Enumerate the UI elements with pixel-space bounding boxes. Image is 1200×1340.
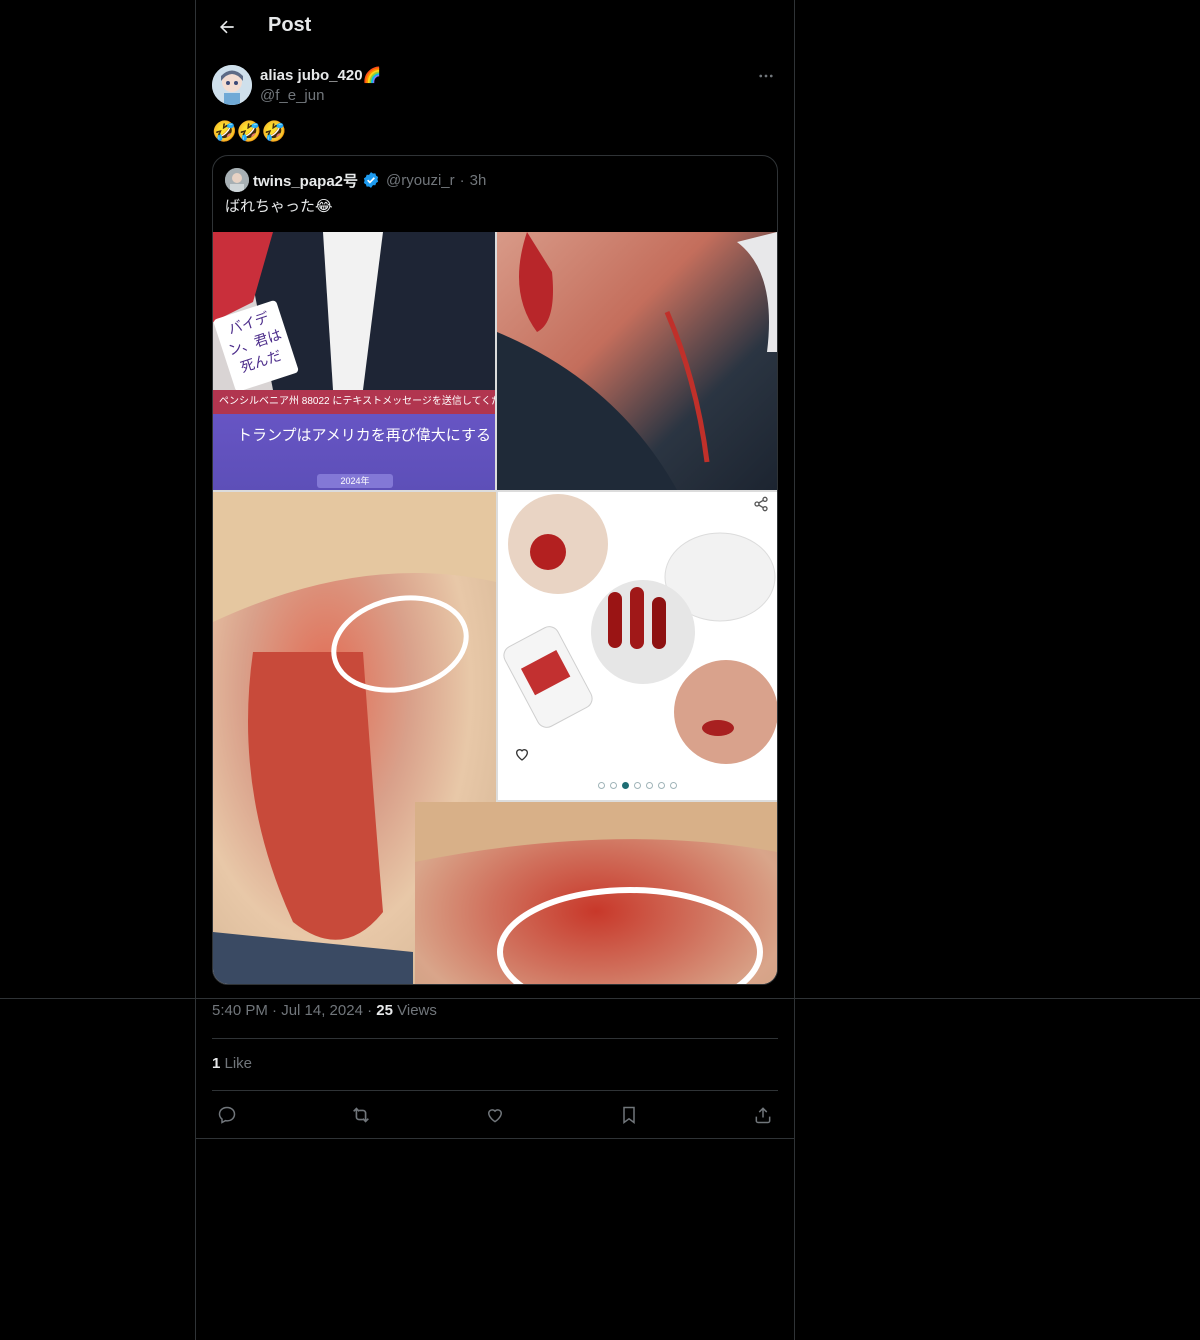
quote-author-handle: @ryouzi_r	[386, 171, 455, 189]
top-bar: Post	[196, 0, 794, 54]
quote-author-name: twins_papa2号	[253, 172, 359, 190]
image-year-text: 2024年	[317, 474, 393, 488]
quote-time: 3h	[469, 171, 487, 189]
quoted-post[interactable]: twins_papa2号 @ryouzi_r · 3h ばれちゃった😂 バイデン…	[212, 155, 778, 985]
quote-avatar	[225, 168, 249, 192]
author-handle[interactable]: @f_e_jun	[260, 87, 324, 104]
main-column: Post alias jubo_420🌈 @f_e_jun 🤣🤣🤣 twins_…	[195, 0, 795, 1340]
image-panel-fake-blood-product	[498, 492, 777, 800]
share-button[interactable]	[750, 1102, 776, 1128]
quote-text: ばれちゃった😂	[225, 198, 333, 215]
more-button[interactable]	[754, 64, 778, 88]
likes-label: Like	[220, 1055, 253, 1072]
views-count: 25	[376, 1002, 393, 1019]
page-title: Post	[268, 14, 312, 36]
share-icon	[755, 1107, 771, 1124]
like-button[interactable]	[482, 1102, 508, 1128]
post-text: 🤣🤣🤣	[212, 121, 287, 143]
image-panel-rally: バイデン、君は死んだ ペンシルベニア州 88022 にテキストメッセージを送信し…	[213, 232, 495, 490]
action-bar	[212, 1102, 778, 1128]
post-author: alias jubo_420🌈 @f_e_jun	[212, 64, 778, 108]
bookmark-icon	[623, 1106, 635, 1124]
post-meta: 5:40 PM · Jul 14, 2024 · 25 Views	[212, 1002, 437, 1019]
divider	[212, 1090, 778, 1091]
image-headline-text: トランプはアメリカを再び偉大にする	[237, 427, 491, 444]
views-label: Views	[392, 1002, 437, 1019]
reply-button[interactable]	[214, 1102, 240, 1128]
repost-button[interactable]	[348, 1102, 374, 1128]
carousel-dots	[598, 782, 677, 789]
repost-icon	[353, 1107, 369, 1123]
arrow-left-icon	[220, 20, 234, 34]
more-horizontal-icon	[759, 74, 773, 78]
quote-image[interactable]: バイデン、君は死んだ ペンシルベニア州 88022 にテキストメッセージを送信し…	[213, 232, 777, 984]
image-panel-face	[497, 232, 777, 490]
back-button[interactable]	[210, 11, 244, 43]
heart-icon	[487, 1109, 503, 1123]
verified-badge-icon	[363, 172, 379, 188]
bookmark-button[interactable]	[616, 1102, 642, 1128]
divider	[212, 1038, 778, 1039]
heart-icon-overlay[interactable]	[514, 746, 530, 767]
post-timestamp[interactable]: 5:40 PM · Jul 14, 2024	[212, 1002, 363, 1019]
quote-header: twins_papa2号 @ryouzi_r · 3h	[225, 168, 486, 192]
reply-icon	[218, 1106, 236, 1124]
divider	[196, 1138, 794, 1139]
author-name[interactable]: alias jubo_420🌈	[260, 66, 381, 84]
image-panel-ear-zoom	[415, 802, 777, 984]
image-caption-text: ペンシルベニア州 88022 にテキストメッセージを送信してください	[213, 390, 495, 414]
likes-summary[interactable]: 1 Like	[212, 1055, 252, 1072]
avatar[interactable]	[212, 65, 252, 105]
share-icon-overlay[interactable]	[753, 496, 769, 517]
